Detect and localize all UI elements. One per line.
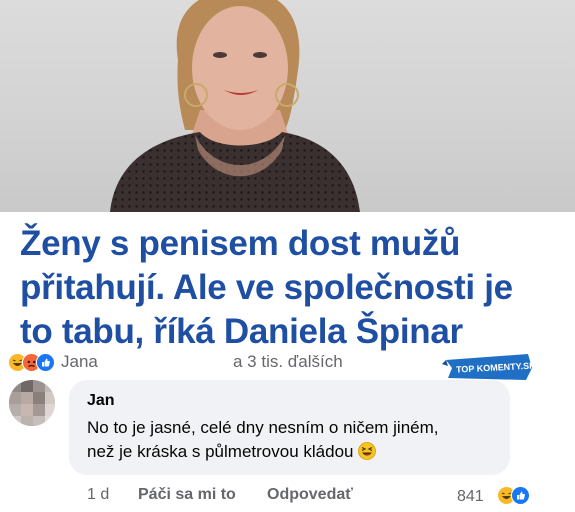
headline-line: Ženy s penisem dost mužů	[20, 224, 461, 263]
comment-line: než je kráska s půlmetrovou kládou	[87, 442, 354, 461]
reactor-name[interactable]: Jana	[61, 352, 98, 372]
comment-reactions[interactable]	[497, 486, 530, 505]
reactions-others-count[interactable]: a 3 tis. ďalších	[233, 352, 343, 372]
comment-text: No to je jasné, celé dny nesním o ničem …	[87, 416, 507, 464]
article-headline[interactable]: Ženy s penisem dost mužů přitahují. Ale …	[20, 222, 565, 354]
article-photo	[0, 0, 575, 212]
post-reactions[interactable]: Jana	[8, 352, 98, 372]
commenter-avatar[interactable]	[9, 380, 55, 426]
comment-author[interactable]: Jan	[87, 392, 115, 410]
like-icon	[511, 486, 530, 505]
comment-line: No to je jasné, celé dny nesním o ničem …	[87, 418, 439, 437]
comment-reaction-count[interactable]: 841	[457, 488, 484, 506]
comment-bubble: Jan No to je jasné, celé dny nesním o ni…	[69, 380, 510, 475]
like-icon	[36, 352, 55, 372]
headline-line: to tabu, říká Daniela Špinar	[20, 312, 463, 351]
topkomenty-logo: TOP KOMENTY.SK	[442, 350, 536, 384]
headline-line: přitahují. Ale ve společnosti je	[20, 268, 513, 307]
reply-button[interactable]: Odpovedať	[267, 486, 353, 504]
like-comment-button[interactable]: Páči sa mi to	[138, 486, 236, 504]
laughing-squint-emoji-icon	[358, 442, 377, 460]
comment-time[interactable]: 1 d	[87, 486, 109, 504]
